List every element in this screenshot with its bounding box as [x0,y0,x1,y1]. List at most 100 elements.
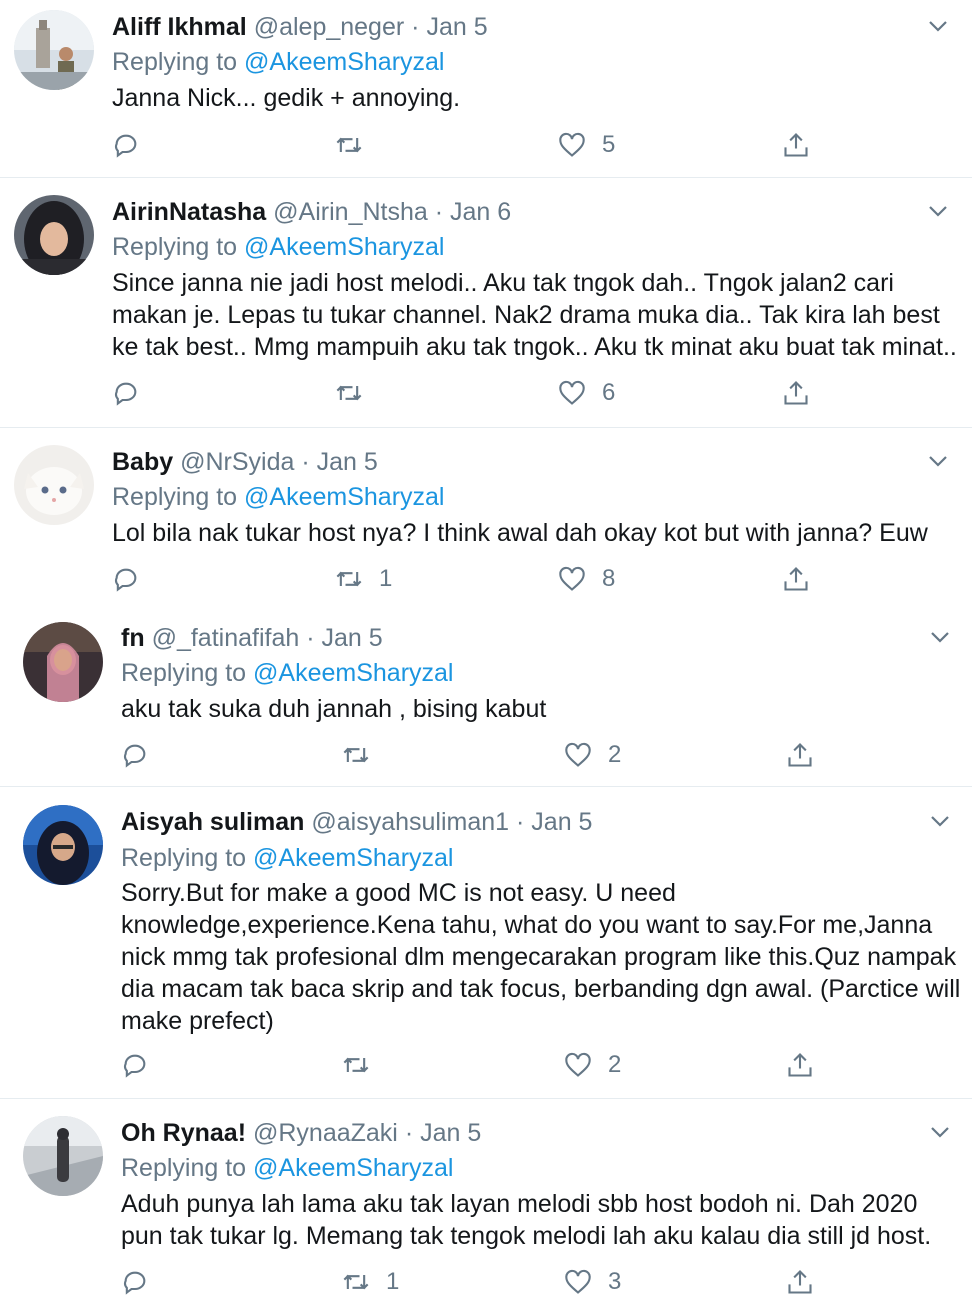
retweet-icon [336,571,362,587]
replying-to: Replying to @AkeemSharyzal [112,482,444,512]
tweet-date[interactable]: Jan 5 [322,624,383,652]
heart-icon [559,566,585,591]
retweet-button[interactable] [342,740,386,770]
retweet-button[interactable]: 1 [342,1267,399,1297]
mention-link[interactable]: @AkeemSharyzal [253,1154,453,1182]
tweet-date[interactable]: Jan 5 [531,808,592,836]
tweet-date[interactable]: Jan 5 [420,1119,481,1147]
share-button[interactable] [786,1267,814,1297]
mention-link[interactable]: @AkeemSharyzal [253,659,453,687]
like-count: 8 [602,565,616,592]
handle[interactable]: @alep_neger [254,13,405,41]
like-button[interactable]: 6 [558,378,615,408]
share-button[interactable] [782,130,810,160]
share-button[interactable] [786,740,814,770]
like-button[interactable]: 2 [564,1050,621,1080]
heart-icon [559,132,585,157]
reply-icon [124,1271,146,1295]
replying-to-label: Replying to [112,48,245,76]
tweet[interactable]: Oh Rynaa! @RynaaZaki · Jan 5 Replying to… [0,1099,972,1308]
dot-separator: · [434,198,444,226]
avatar[interactable] [14,10,94,90]
tweet-text: Since janna nie jadi host melodi.. Aku t… [112,269,957,361]
reply-button[interactable] [121,1050,165,1080]
chevron-down-icon[interactable] [926,199,950,223]
handle[interactable]: @RynaaZaki [253,1119,398,1147]
handle[interactable]: @aisyahsuliman1 [311,808,509,836]
like-count: 2 [608,1051,622,1078]
reply-icon [124,744,146,768]
share-icon [788,743,812,767]
display-name[interactable]: AirinNatasha [112,198,266,226]
tweet-date[interactable]: Jan 5 [317,448,378,476]
reply-button[interactable] [121,1267,165,1297]
tweet-text: Lol bila nak tukar host nya? I think awa… [112,519,928,547]
handle[interactable]: @_fatinafifah [152,624,300,652]
like-button[interactable]: 3 [564,1267,621,1297]
dot-separator: · [404,1119,414,1147]
share-button[interactable] [782,564,810,594]
like-button[interactable]: 8 [558,564,615,594]
like-button[interactable]: 5 [558,130,615,160]
tweet-text: Sorry.But for make a good MC is not easy… [121,879,961,1035]
tweet-date[interactable]: Jan 5 [426,13,487,41]
avatar[interactable] [23,805,103,885]
display-name[interactable]: Oh Rynaa! [121,1119,246,1147]
chevron-down-icon[interactable] [926,14,950,38]
mention-link[interactable]: @AkeemSharyzal [244,483,444,511]
reply-button[interactable] [112,564,156,594]
mention-link[interactable]: @AkeemSharyzal [253,844,453,872]
retweet-count: 1 [386,1268,400,1295]
retweet-button[interactable] [335,130,379,160]
replying-to-label: Replying to [121,1154,254,1182]
avatar[interactable] [14,445,94,525]
retweet-icon [336,385,362,401]
reply-button[interactable] [121,740,165,770]
tweet-text: aku tak suka duh jannah , bising kabut [121,695,547,723]
share-button[interactable] [786,1050,814,1080]
share-button[interactable] [782,378,810,408]
display-name[interactable]: Aliff Ikhmal [112,13,247,41]
mention-link[interactable]: @AkeemSharyzal [244,233,444,261]
chevron-down-icon[interactable] [928,809,952,833]
retweet-button[interactable]: 1 [335,564,392,594]
replying-to-label: Replying to [112,233,245,261]
handle[interactable]: @Airin_Ntsha [273,198,428,226]
chevron-down-icon[interactable] [928,1120,952,1144]
tweet-date[interactable]: Jan 6 [450,198,511,226]
like-button[interactable]: 2 [564,740,621,770]
heart-icon [559,380,585,405]
retweet-icon [343,747,369,763]
share-icon [784,133,808,157]
tweet[interactable]: Baby @NrSyida · Jan 5 Replying to @Akeem… [0,428,972,606]
handle[interactable]: @NrSyida [180,448,294,476]
chevron-down-icon[interactable] [926,449,950,473]
reply-button[interactable] [112,378,156,408]
mention-link[interactable]: @AkeemSharyzal [244,48,444,76]
tweet-header: AirinNatasha @Airin_Ntsha · Jan 6 [112,197,511,227]
like-count: 5 [602,131,616,158]
dot-separator: · [301,448,310,476]
display-name[interactable]: Baby [112,448,173,476]
tweet[interactable]: Aliff Ikhmal @alep_neger · Jan 5 Replyin… [0,0,972,177]
reply-button[interactable] [112,130,156,160]
retweet-icon [343,1274,369,1290]
avatar[interactable] [23,622,103,702]
chevron-down-icon[interactable] [928,625,952,649]
dot-separator: · [516,808,525,836]
display-name[interactable]: Aisyah suliman [121,808,304,836]
retweet-button[interactable] [335,378,379,408]
retweet-count: 1 [379,565,393,592]
retweet-button[interactable] [342,1050,386,1080]
tweet[interactable]: fn @_fatinafifah · Jan 5 Replying to @Ak… [0,606,972,786]
replying-to: Replying to @AkeemSharyzal [121,1153,453,1183]
tweet[interactable]: AirinNatasha @Airin_Ntsha · Jan 6 Replyi… [0,178,972,427]
tweet[interactable]: Aisyah suliman @aisyahsuliman1 · Jan 5 R… [0,787,972,1098]
replying-to: Replying to @AkeemSharyzal [121,843,453,873]
like-count: 6 [602,379,616,406]
tweet-text: Aduh punya lah lama aku tak layan melodi… [121,1190,932,1250]
avatar[interactable] [23,1116,103,1196]
avatar[interactable] [14,195,94,275]
reply-icon [124,1054,146,1078]
display-name[interactable]: fn [121,624,145,652]
